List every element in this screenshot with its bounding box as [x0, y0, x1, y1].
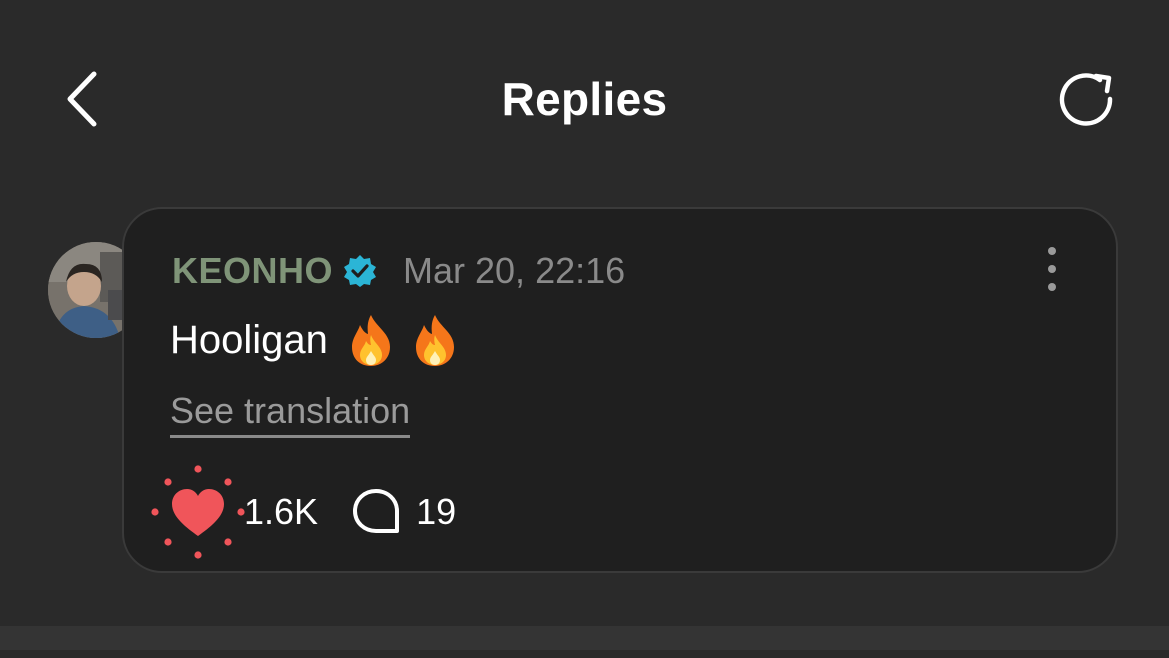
- fire-emoji-icon: [346, 313, 396, 367]
- refresh-button[interactable]: [1050, 66, 1126, 136]
- reply-body: Hooligan: [170, 313, 460, 367]
- dot-icon: [1048, 265, 1056, 273]
- dot-icon: [1048, 283, 1056, 291]
- refresh-icon: [1059, 73, 1113, 126]
- like-button[interactable]: [150, 464, 246, 560]
- reply-text: Hooligan: [170, 317, 328, 362]
- reply-actions: 1.6K 19: [150, 464, 456, 560]
- page-title: Replies: [501, 73, 668, 125]
- speech-bubble-icon: [353, 489, 400, 533]
- more-options-button[interactable]: [1040, 247, 1064, 291]
- divider: [0, 626, 1169, 650]
- see-translation-link[interactable]: See translation: [170, 389, 411, 438]
- like-count: 1.6K: [244, 491, 319, 532]
- verified-badge-icon: [343, 254, 377, 288]
- comment-button[interactable]: [350, 486, 402, 538]
- heart-filled-icon: [151, 465, 245, 559]
- timestamp: Mar 20, 22:16: [403, 250, 626, 291]
- comment-count: 19: [416, 491, 457, 532]
- dot-icon: [1048, 247, 1056, 255]
- fire-emoji-icon: [410, 313, 460, 367]
- reply-meta: KEONHO Mar 20, 22:16: [172, 247, 625, 295]
- header: Replies: [0, 0, 1169, 200]
- reply-card: KEONHO Mar 20, 22:16 Hooligan See transl…: [122, 207, 1118, 573]
- username[interactable]: KEONHO: [172, 250, 333, 292]
- replies-screen: Replies KEONHO Mar 20, 22:16 Hooligan Se…: [0, 0, 1169, 658]
